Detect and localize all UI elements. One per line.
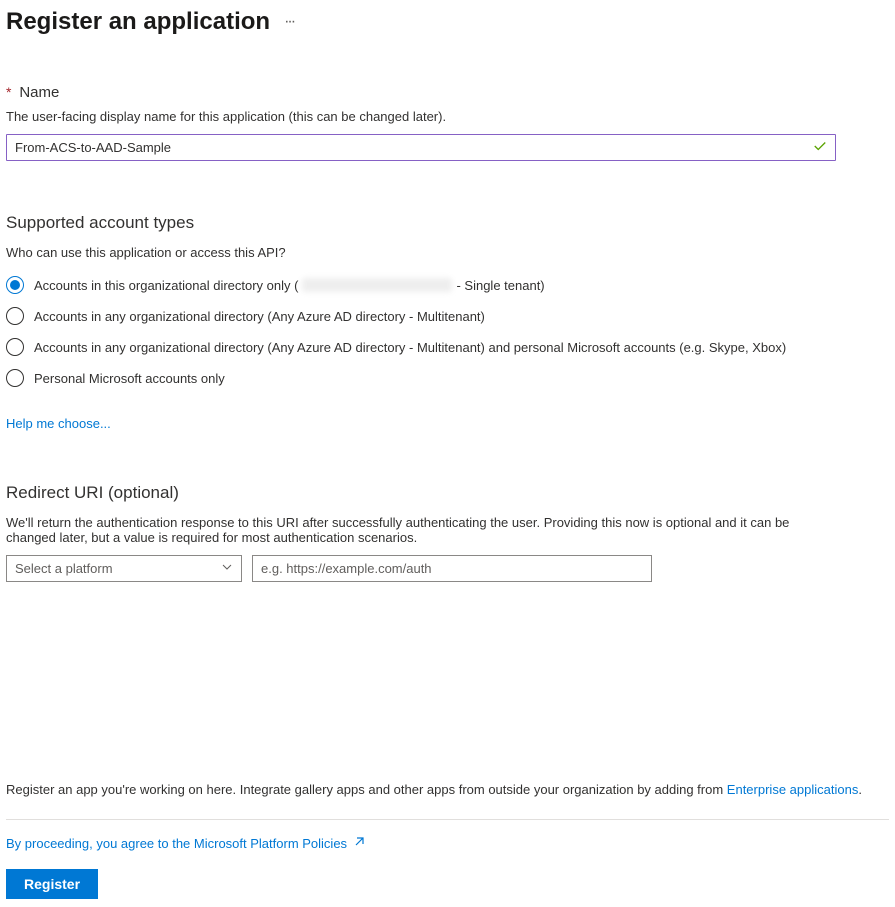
radio-multitenant-personal[interactable]: Accounts in any organizational directory… (6, 334, 889, 360)
radio-button-icon (6, 307, 24, 325)
checkmark-icon (813, 139, 827, 156)
account-types-question: Who can use this application or access t… (6, 245, 889, 260)
account-types-heading: Supported account types (6, 213, 889, 233)
radio-button-icon (6, 369, 24, 387)
enterprise-applications-link[interactable]: Enterprise applications (727, 782, 859, 797)
required-star-icon: * (6, 84, 11, 100)
radio-single-tenant[interactable]: Accounts in this organizational director… (6, 272, 889, 298)
radio-label: Accounts in any organizational directory… (34, 340, 786, 355)
radio-label: Accounts in this organizational director… (34, 278, 545, 293)
account-types-radio-group: Accounts in this organizational director… (6, 272, 889, 391)
name-label: Name (19, 84, 59, 101)
redirect-uri-section: Redirect URI (optional) We'll return the… (6, 483, 889, 582)
radio-label: Personal Microsoft accounts only (34, 371, 225, 386)
help-me-choose-link[interactable]: Help me choose... (6, 416, 111, 431)
policy-row: By proceeding, you agree to the Microsof… (6, 836, 889, 851)
name-description: The user-facing display name for this ap… (6, 109, 889, 124)
external-link-icon (353, 836, 365, 851)
radio-button-icon (6, 276, 24, 294)
more-icon[interactable]: ··· (284, 13, 294, 31)
chevron-down-icon (221, 561, 233, 576)
redirect-uri-description: We'll return the authentication response… (6, 515, 806, 545)
radio-label: Accounts in any organizational directory… (34, 309, 485, 324)
divider (6, 819, 889, 820)
platform-select-placeholder: Select a platform (15, 561, 113, 576)
redacted-org-name (302, 278, 452, 292)
radio-personal-only[interactable]: Personal Microsoft accounts only (6, 365, 889, 391)
platform-select[interactable]: Select a platform (6, 555, 242, 582)
integrate-footer-text: Register an app you're working on here. … (6, 782, 889, 797)
radio-multitenant[interactable]: Accounts in any organizational directory… (6, 303, 889, 329)
name-section: * Name The user-facing display name for … (6, 84, 889, 161)
redirect-uri-heading: Redirect URI (optional) (6, 483, 889, 503)
page-title: Register an application (6, 8, 270, 36)
name-input-container[interactable] (6, 134, 836, 161)
redirect-uri-input[interactable] (252, 555, 652, 582)
name-input[interactable] (15, 140, 813, 155)
account-types-section: Supported account types Who can use this… (6, 213, 889, 431)
radio-button-icon (6, 338, 24, 356)
platform-policies-link[interactable]: By proceeding, you agree to the Microsof… (6, 836, 347, 851)
register-button[interactable]: Register (6, 869, 98, 899)
